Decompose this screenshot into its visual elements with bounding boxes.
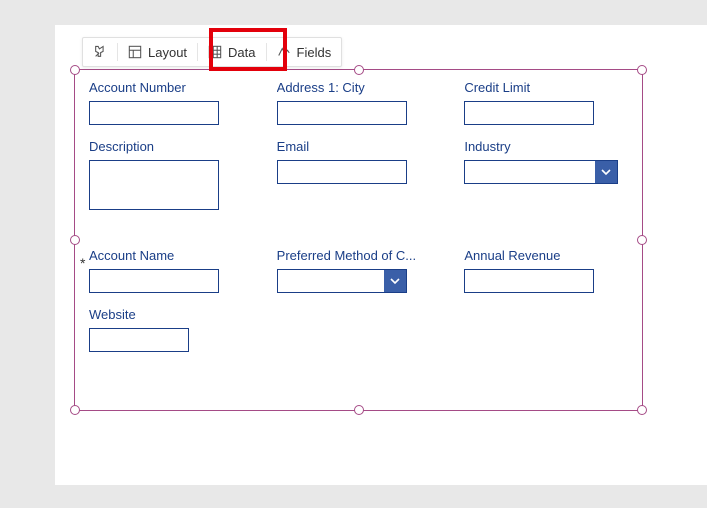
field-label: Website xyxy=(89,307,253,322)
text-input[interactable] xyxy=(464,269,594,293)
form-fields-grid: Account Number Address 1: City Credit Li… xyxy=(89,80,628,400)
field-account-name[interactable]: Account Name xyxy=(89,248,253,293)
layout-tab-label: Layout xyxy=(148,45,187,60)
layout-icon xyxy=(128,45,142,59)
textarea-input[interactable] xyxy=(89,160,219,210)
pin-button[interactable] xyxy=(83,38,117,66)
chevron-down-icon xyxy=(384,270,406,292)
field-label: Email xyxy=(277,139,441,154)
field-label: Preferred Method of C... xyxy=(277,248,441,263)
field-label: Account Number xyxy=(89,80,253,95)
resize-handle[interactable] xyxy=(70,65,80,75)
field-annual-revenue[interactable]: Annual Revenue xyxy=(464,248,628,293)
field-label: Description xyxy=(89,139,253,154)
layout-tab[interactable]: Layout xyxy=(118,38,197,66)
text-input[interactable] xyxy=(89,269,219,293)
resize-handle[interactable] xyxy=(70,405,80,415)
data-icon xyxy=(208,45,222,59)
field-label: Address 1: City xyxy=(277,80,441,95)
field-address1-city[interactable]: Address 1: City xyxy=(277,80,441,125)
text-input[interactable] xyxy=(464,101,594,125)
empty-cell xyxy=(277,307,441,352)
resize-handle[interactable] xyxy=(70,235,80,245)
form-toolbar: Layout Data Fields xyxy=(82,37,342,67)
required-marker: * xyxy=(80,255,85,271)
fields-tab-label: Fields xyxy=(297,45,332,60)
field-account-number[interactable]: Account Number xyxy=(89,80,253,125)
select-input[interactable] xyxy=(277,269,407,293)
select-input[interactable] xyxy=(464,160,618,184)
field-description[interactable]: Description xyxy=(89,139,253,210)
fields-icon xyxy=(277,45,291,59)
text-input[interactable] xyxy=(89,101,219,125)
resize-handle[interactable] xyxy=(354,65,364,75)
field-label: Credit Limit xyxy=(464,80,628,95)
text-input[interactable] xyxy=(277,160,407,184)
field-label: Annual Revenue xyxy=(464,248,628,263)
text-input[interactable] xyxy=(89,328,189,352)
form-section-selected[interactable]: Account Number Address 1: City Credit Li… xyxy=(74,69,643,411)
resize-handle[interactable] xyxy=(637,65,647,75)
empty-cell xyxy=(464,307,628,352)
text-input[interactable] xyxy=(277,101,407,125)
field-website[interactable]: Website xyxy=(89,307,253,352)
field-label: Industry xyxy=(464,139,628,154)
field-industry[interactable]: Industry xyxy=(464,139,628,210)
resize-handle[interactable] xyxy=(354,405,364,415)
fields-tab[interactable]: Fields xyxy=(267,38,342,66)
data-tab-label: Data xyxy=(228,45,255,60)
spacer xyxy=(89,224,628,234)
pin-icon xyxy=(93,45,107,59)
field-label: Account Name xyxy=(89,248,253,263)
resize-handle[interactable] xyxy=(637,235,647,245)
chevron-down-icon xyxy=(595,161,617,183)
resize-handle[interactable] xyxy=(637,405,647,415)
data-tab[interactable]: Data xyxy=(198,38,265,66)
field-credit-limit[interactable]: Credit Limit xyxy=(464,80,628,125)
field-email[interactable]: Email xyxy=(277,139,441,210)
field-preferred-method[interactable]: Preferred Method of C... xyxy=(277,248,441,293)
